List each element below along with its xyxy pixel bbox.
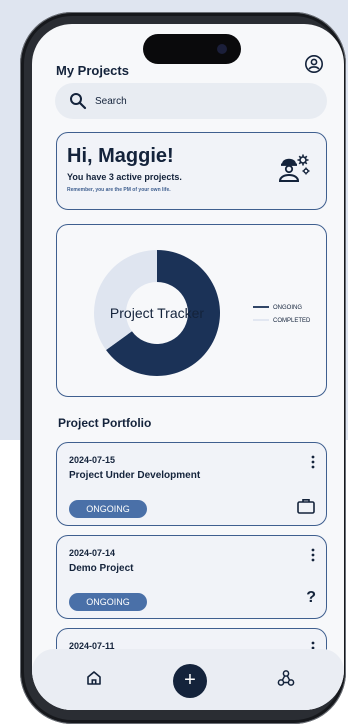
search-icon: [70, 93, 87, 110]
motto-text: Remember, you are the PM of your own lif…: [67, 187, 171, 193]
worker-gears-icon: [278, 154, 310, 182]
add-project-button[interactable]: +: [173, 664, 207, 698]
home-icon[interactable]: [85, 669, 103, 687]
slice-completed: [93, 250, 157, 351]
page-title: My Projects: [56, 63, 129, 78]
bottom-nav: +: [32, 649, 344, 710]
dynamic-island: [143, 34, 241, 64]
team-icon[interactable]: [277, 669, 295, 687]
chart-legend: ONGOING COMPLETED: [253, 305, 311, 324]
more-vertical-icon[interactable]: [310, 455, 316, 469]
portfolio-title: Project Portfolio: [58, 416, 152, 430]
status-badge[interactable]: ONGOING: [69, 593, 147, 611]
project-name: Project Under Development: [69, 470, 201, 481]
project-name: Demo Project: [69, 563, 134, 574]
active-projects-text: You have 3 active projects.: [67, 172, 182, 182]
camera-icon: [217, 44, 227, 54]
more-vertical-icon[interactable]: [310, 548, 316, 562]
project-tracker-card: Project Tracker ONGOING COMPLETED: [56, 224, 327, 397]
chart-title: Project Tracker: [110, 305, 204, 321]
project-card[interactable]: 2024-07-14 Demo Project ONGOING ?: [56, 535, 327, 619]
greeting-hello: Hi, Maggie!: [67, 145, 174, 167]
legend-label: ONGOING: [273, 305, 302, 311]
project-card[interactable]: 2024-07-15 Project Under Development ONG…: [56, 442, 327, 526]
legend-label: COMPLETED: [273, 318, 311, 324]
search-input[interactable]: Search: [95, 96, 127, 107]
app-screen: My Projects Search Hi, Maggie! You have …: [32, 24, 344, 710]
briefcase-icon: [297, 499, 315, 514]
project-tracker-chart: Project Tracker ONGOING COMPLETED: [93, 250, 311, 376]
project-date: 2024-07-15: [69, 455, 116, 465]
greeting-card: Hi, Maggie! You have 3 active projects. …: [56, 132, 327, 210]
project-date: 2024-07-14: [69, 548, 116, 558]
search-bar[interactable]: Search: [55, 83, 327, 119]
status-badge[interactable]: ONGOING: [69, 500, 147, 518]
question-icon: ?: [306, 589, 316, 606]
user-circle-icon[interactable]: [304, 54, 324, 74]
